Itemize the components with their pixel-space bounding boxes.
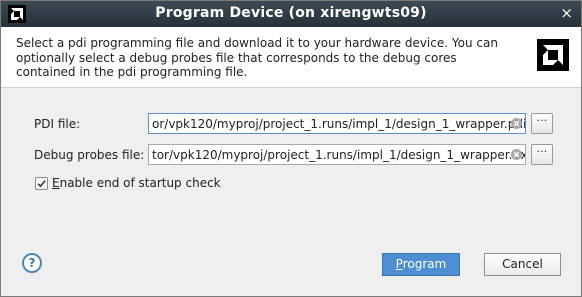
- pdi-file-input[interactable]: or/vpk120/myproj/project_1.runs/impl_1/d…: [148, 113, 526, 134]
- dialog-description: Select a pdi programming file and downlo…: [16, 36, 498, 79]
- program-mnemonic: P: [395, 257, 403, 271]
- cancel-button[interactable]: Cancel: [484, 253, 561, 276]
- window-title: Program Device (on xirengwts09): [155, 5, 427, 21]
- debug-probes-label: Debug probes file:: [34, 148, 145, 162]
- title-bar[interactable]: Program Device (on xirengwts09) ×: [1, 1, 581, 27]
- close-icon[interactable]: ×: [560, 4, 573, 22]
- amd-logo-icon: [537, 39, 569, 71]
- startup-check-mnemonic: E: [52, 176, 60, 190]
- help-button[interactable]: ?: [22, 253, 42, 273]
- program-device-dialog: Program Device (on xirengwts09) × Select…: [0, 0, 582, 297]
- debug-probes-input[interactable]: tor/vpk120/myproj/project_1.runs/impl_1/…: [148, 144, 526, 165]
- pdi-file-label: PDI file:: [34, 117, 81, 131]
- program-button[interactable]: Program: [382, 253, 460, 276]
- startup-check-checkbox[interactable]: [35, 177, 48, 190]
- clear-icon[interactable]: [511, 118, 522, 129]
- checkmark-icon: [37, 180, 46, 188]
- program-label: rogram: [402, 257, 447, 271]
- clear-icon[interactable]: [511, 149, 522, 160]
- debug-probes-value: tor/vpk120/myproj/project_1.runs/impl_1/…: [152, 148, 526, 162]
- debug-probes-browse-button[interactable]: ···: [531, 144, 553, 165]
- startup-check-label[interactable]: Enable end of startup check: [52, 176, 221, 190]
- pdi-browse-button[interactable]: ···: [531, 113, 553, 134]
- startup-check-label-text: nable end of startup check: [59, 176, 221, 190]
- dialog-header: Select a pdi programming file and downlo…: [1, 27, 581, 88]
- pdi-file-value: or/vpk120/myproj/project_1.runs/impl_1/d…: [152, 117, 526, 131]
